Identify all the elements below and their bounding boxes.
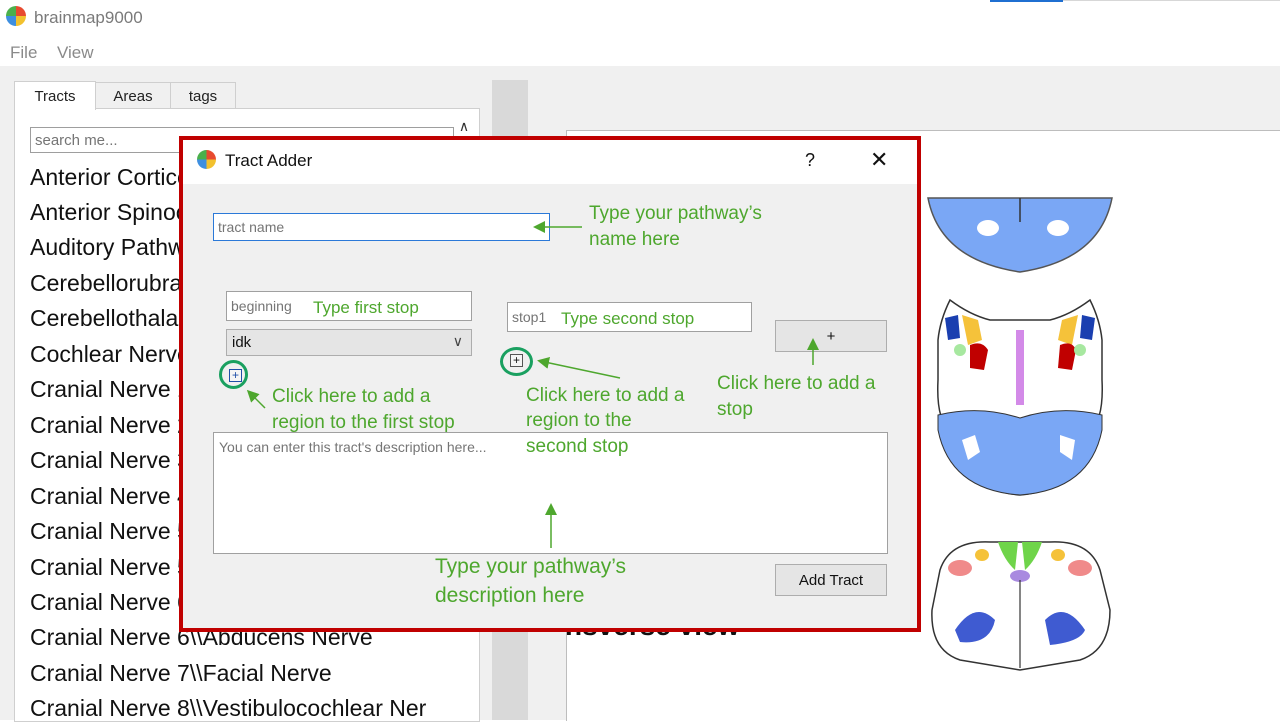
first-region-arrow xyxy=(246,389,266,409)
second-region-arrow xyxy=(537,357,621,379)
annotation-arrows xyxy=(246,221,819,548)
